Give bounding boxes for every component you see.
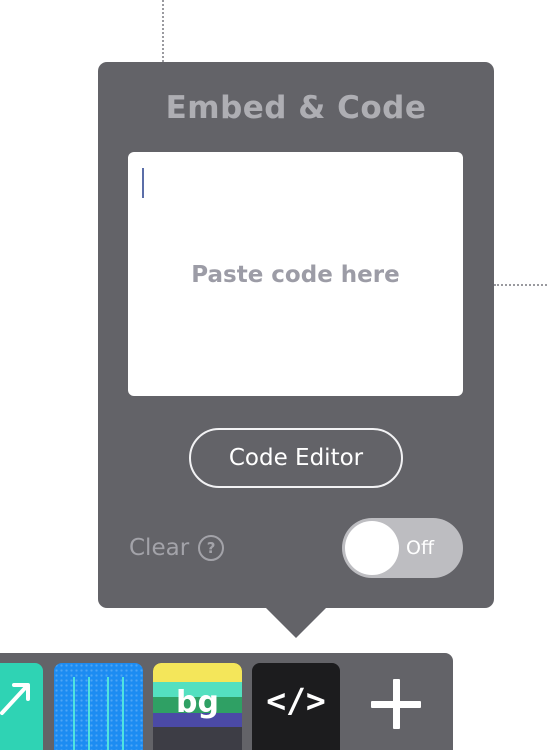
text-caret bbox=[142, 168, 144, 198]
lines-icon bbox=[107, 677, 109, 750]
lines-icon bbox=[73, 677, 75, 750]
toolbar-item-arrow[interactable] bbox=[0, 663, 43, 750]
lines-icon bbox=[88, 677, 90, 750]
horizontal-guide-line bbox=[494, 284, 547, 286]
popover-title: Embed & Code bbox=[165, 90, 427, 126]
toggle-knob bbox=[345, 521, 399, 575]
popover-arrow bbox=[266, 608, 326, 638]
bottom-toolbar: bg </> bbox=[0, 653, 453, 750]
bg-label: bg bbox=[176, 685, 219, 720]
code-editor-button[interactable]: Code Editor bbox=[189, 428, 403, 488]
toolbar-item-background[interactable]: bg bbox=[153, 663, 242, 750]
lines-icon bbox=[122, 677, 124, 750]
code-icon: </> bbox=[266, 681, 326, 720]
arrow-icon bbox=[0, 683, 30, 715]
embed-code-popover: Embed & Code Paste code here Code Editor… bbox=[98, 62, 494, 608]
clear-toggle[interactable]: Off bbox=[342, 518, 463, 578]
toolbar-item-code[interactable]: </> bbox=[252, 663, 340, 750]
code-placeholder: Paste code here bbox=[191, 262, 400, 288]
help-icon[interactable]: ? bbox=[198, 535, 225, 561]
toolbar-item-lines[interactable] bbox=[54, 663, 143, 750]
toolbar-item-add[interactable] bbox=[352, 663, 440, 750]
code-input[interactable]: Paste code here bbox=[128, 152, 463, 396]
background-icon bbox=[153, 663, 242, 682]
toggle-state-label: Off bbox=[406, 537, 435, 559]
clear-button[interactable]: Clear bbox=[129, 535, 189, 561]
plus-icon-vertical bbox=[393, 679, 400, 729]
clear-row: Clear ? bbox=[129, 530, 225, 566]
vertical-guide-line bbox=[162, 0, 164, 62]
